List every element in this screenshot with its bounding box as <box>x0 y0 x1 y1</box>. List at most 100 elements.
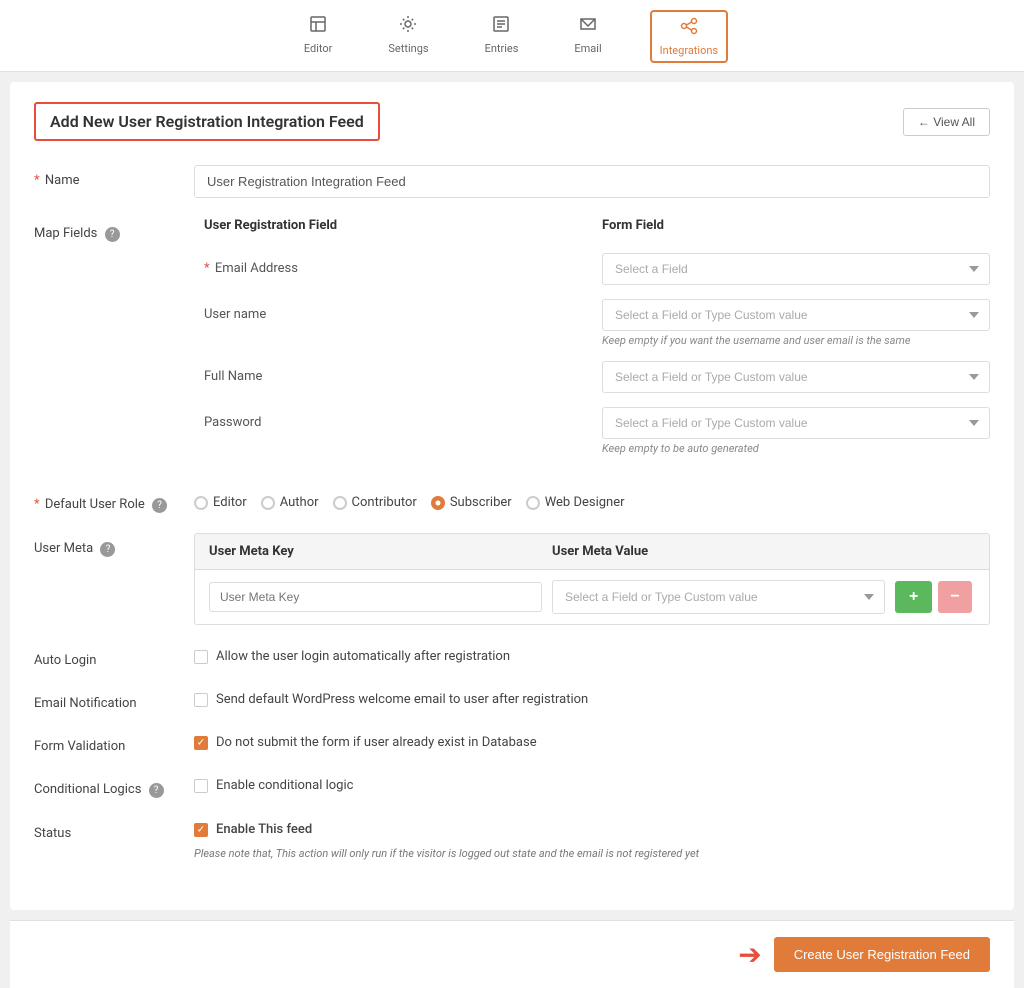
form-valid-checkbox-label[interactable]: Do not submit the form if user already e… <box>194 731 990 750</box>
nav-entries[interactable]: Entries <box>477 10 527 63</box>
radio-editor <box>194 496 208 510</box>
cond-logic-checkbox <box>194 779 208 793</box>
user-role-help-icon[interactable]: ? <box>152 498 167 513</box>
entries-icon <box>491 14 511 39</box>
password-field-select[interactable]: Select a Field or Type Custom value <box>602 407 990 439</box>
email-notif-row: Email Notification Send default WordPres… <box>34 688 990 711</box>
role-contributor[interactable]: Contributor <box>333 495 417 510</box>
create-feed-button[interactable]: Create User Registration Feed <box>774 937 990 972</box>
cond-logic-content: Enable conditional logic <box>194 774 990 793</box>
field-fullname-label: Full Name <box>194 361 582 392</box>
map-fields-label: Map Fields ? <box>34 218 194 242</box>
nav-editor-label: Editor <box>304 42 333 55</box>
user-meta-content: User Meta Key User Meta Value Select a F… <box>194 533 990 625</box>
view-all-button[interactable]: ← View All <box>903 108 990 136</box>
radio-contributor <box>333 496 347 510</box>
map-fields-content: User Registration Field Form Field * Ema… <box>194 218 990 469</box>
nav-email[interactable]: Email <box>566 10 609 63</box>
email-notif-checkbox-label[interactable]: Send default WordPress welcome email to … <box>194 688 990 707</box>
map-fields-row: Map Fields ? User Registration Field For… <box>34 218 990 469</box>
role-webdesigner[interactable]: Web Designer <box>526 495 625 510</box>
col-registration-header: User Registration Field <box>194 218 582 233</box>
field-password-row: Password Select a Field or Type Custom v… <box>194 407 990 455</box>
user-role-label: * Default User Role ? <box>34 489 194 513</box>
integrations-icon <box>679 16 699 41</box>
cond-logic-checkbox-label[interactable]: Enable conditional logic <box>194 774 990 793</box>
user-meta-table: User Meta Key User Meta Value Select a F… <box>194 533 990 625</box>
field-username-select-wrap: Select a Field or Type Custom value Keep… <box>602 299 990 347</box>
status-label: Status <box>34 818 194 841</box>
form-valid-label: Form Validation <box>34 731 194 754</box>
name-required: * <box>34 173 40 188</box>
fullname-field-select[interactable]: Select a Field or Type Custom value <box>602 361 990 393</box>
form-valid-row: Form Validation Do not submit the form i… <box>34 731 990 754</box>
nav-entries-label: Entries <box>485 42 519 55</box>
meta-actions: + − <box>895 581 975 613</box>
user-role-content: Editor Author Contributor Subscriber <box>194 489 990 510</box>
role-editor[interactable]: Editor <box>194 495 247 510</box>
field-password-select-wrap: Select a Field or Type Custom value Keep… <box>602 407 990 455</box>
field-username-row: User name Select a Field or Type Custom … <box>194 299 990 347</box>
status-checkbox-label[interactable]: Enable This feed <box>194 818 990 837</box>
meta-value-select[interactable]: Select a Field or Type Custom value <box>552 580 885 614</box>
username-hint: Keep empty if you want the username and … <box>602 334 990 347</box>
field-email-row: * Email Address Select a Field <box>194 253 990 285</box>
cond-logic-row: Conditional Logics ? Enable conditional … <box>34 774 990 798</box>
password-hint: Keep empty to be auto generated <box>602 442 990 455</box>
cond-logic-help-icon[interactable]: ? <box>149 783 164 798</box>
auto-login-checkbox-label[interactable]: Allow the user login automatically after… <box>194 645 990 664</box>
footer-note: Please note that, This action will only … <box>194 847 990 860</box>
status-row: Status Enable This feed Please note that… <box>34 818 990 860</box>
user-meta-help-icon[interactable]: ? <box>100 542 115 557</box>
radio-author <box>261 496 275 510</box>
auto-login-content: Allow the user login automatically after… <box>194 645 990 664</box>
radio-webdesigner <box>526 496 540 510</box>
email-notif-content: Send default WordPress welcome email to … <box>194 688 990 707</box>
status-checkbox <box>194 823 208 837</box>
user-meta-header: User Meta Key User Meta Value <box>195 534 989 570</box>
field-username-label: User name <box>194 299 582 330</box>
field-password-label: Password <box>194 407 582 438</box>
nav-integrations-label: Integrations <box>660 44 718 57</box>
email-notif-label: Email Notification <box>34 688 194 711</box>
meta-key-input[interactable] <box>209 582 542 612</box>
top-nav: Editor Settings Entries <box>0 0 1024 72</box>
field-fullname-select-wrap: Select a Field or Type Custom value <box>602 361 990 393</box>
page-title: Add New User Registration Integration Fe… <box>34 102 380 141</box>
auto-login-checkbox <box>194 650 208 664</box>
user-role-row: * Default User Role ? Editor Author <box>34 489 990 513</box>
col-form-header: Form Field <box>602 218 990 233</box>
role-options: Editor Author Contributor Subscriber <box>194 489 990 510</box>
role-subscriber[interactable]: Subscriber <box>431 495 512 510</box>
user-meta-label: User Meta ? <box>34 533 194 557</box>
nav-integrations[interactable]: Integrations <box>650 10 728 63</box>
page-wrapper: Editor Settings Entries <box>0 0 1024 988</box>
meta-remove-button[interactable]: − <box>938 581 971 613</box>
field-email-select-wrap: Select a Field <box>602 253 990 285</box>
map-fields-header: User Registration Field Form Field <box>194 218 990 241</box>
form-valid-checkbox <box>194 736 208 750</box>
email-icon <box>578 14 598 39</box>
auto-login-row: Auto Login Allow the user login automati… <box>34 645 990 668</box>
nav-settings[interactable]: Settings <box>380 10 436 63</box>
map-fields-help-icon[interactable]: ? <box>105 227 120 242</box>
name-input[interactable] <box>194 165 990 198</box>
nav-editor[interactable]: Editor <box>296 10 341 63</box>
auto-login-label: Auto Login <box>34 645 194 668</box>
main-content: Add New User Registration Integration Fe… <box>10 82 1014 910</box>
user-meta-data-row: Select a Field or Type Custom value + − <box>195 570 989 624</box>
editor-icon <box>308 14 328 39</box>
username-field-select[interactable]: Select a Field or Type Custom value <box>602 299 990 331</box>
radio-subscriber <box>431 496 445 510</box>
name-label: * Name <box>34 165 194 188</box>
name-row: * Name <box>34 165 990 198</box>
page-header: Add New User Registration Integration Fe… <box>34 102 990 141</box>
role-author[interactable]: Author <box>261 495 319 510</box>
email-notif-checkbox <box>194 693 208 707</box>
meta-add-button[interactable]: + <box>895 581 932 613</box>
email-field-select[interactable]: Select a Field <box>602 253 990 285</box>
nav-settings-label: Settings <box>388 42 428 55</box>
cond-logic-label: Conditional Logics ? <box>34 774 194 798</box>
status-content: Enable This feed Please note that, This … <box>194 818 990 860</box>
nav-email-label: Email <box>574 42 601 55</box>
